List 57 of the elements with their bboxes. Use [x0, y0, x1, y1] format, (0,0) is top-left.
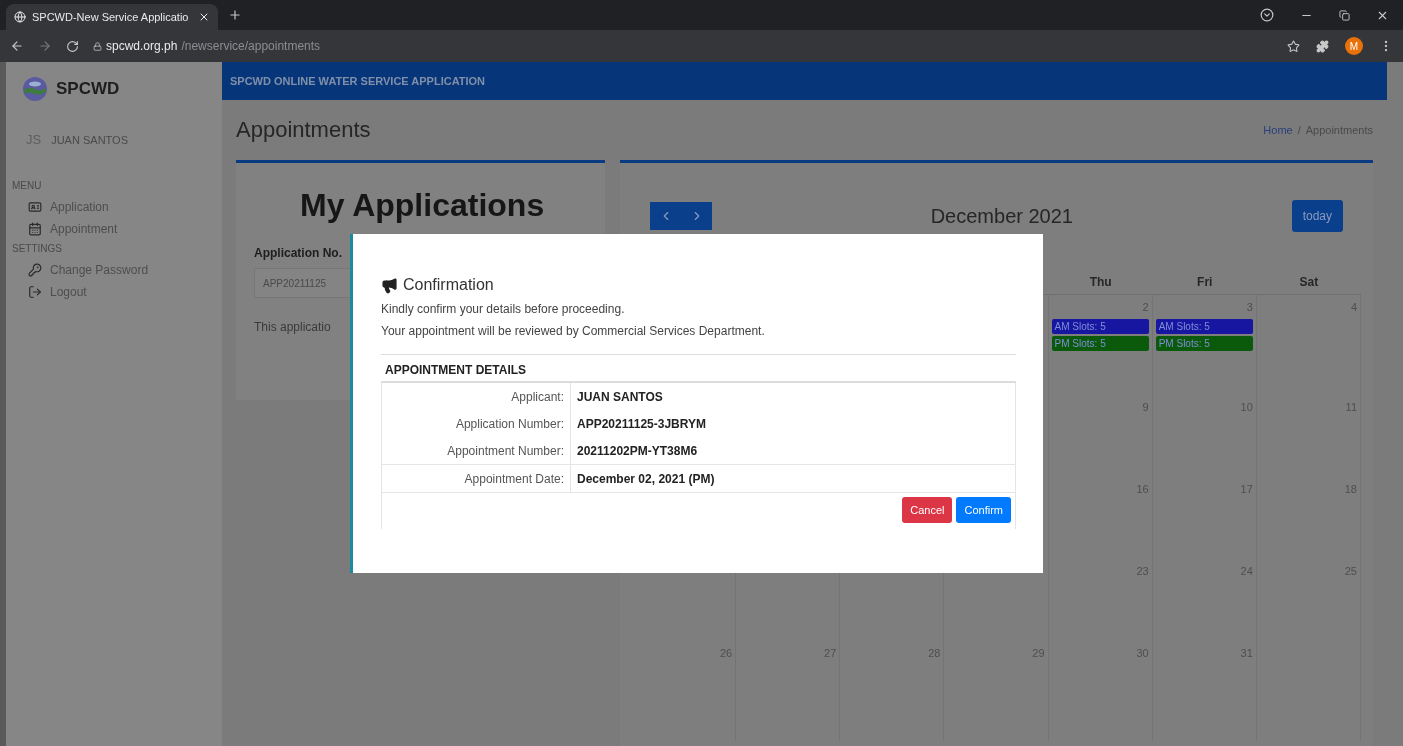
- confirm-button[interactable]: Confirm: [956, 497, 1011, 523]
- media-icon[interactable]: [1260, 8, 1274, 22]
- slot-event[interactable]: AM Slots: 5: [1051, 319, 1149, 334]
- restore-icon[interactable]: [1339, 9, 1350, 21]
- user-name: JUAN SANTOS: [51, 133, 128, 146]
- detail-value: December 02, 2021 (PM): [576, 470, 716, 488]
- megaphone-icon: [381, 276, 398, 294]
- browser-tab[interactable]: SPCWD-New Service Applicatio: [6, 4, 218, 30]
- breadcrumb-link[interactable]: Home: [1263, 124, 1293, 136]
- slot-event[interactable]: PM Slots: 5: [1051, 336, 1149, 351]
- profile-avatar[interactable]: M: [1345, 37, 1363, 55]
- key-icon: [28, 263, 42, 277]
- reload-icon[interactable]: [66, 39, 79, 53]
- close-icon[interactable]: [198, 11, 210, 23]
- detail-label: Appointment Date:: [382, 465, 571, 492]
- slot-event[interactable]: AM Slots: 5: [1155, 319, 1253, 334]
- bookmark-star-icon[interactable]: [1287, 39, 1300, 53]
- detail-label: Application Number:: [382, 410, 571, 437]
- sidebar-item[interactable]: Application: [6, 196, 222, 218]
- today-button[interactable]: today: [1291, 200, 1343, 232]
- dialog-text: Kindly confirm your details before proceeding.: [381, 302, 626, 316]
- field-label: Application No.: [254, 246, 343, 260]
- forward-icon[interactable]: [38, 39, 52, 53]
- address-bar[interactable]: spcwd.org.ph /newservice/appointments: [93, 39, 321, 53]
- dialog-title: Confirmation: [403, 276, 494, 294]
- sidebar-item[interactable]: Logout: [6, 281, 222, 303]
- calendar-title: December 2021: [930, 204, 1073, 228]
- sidebar-item[interactable]: Change Password: [6, 259, 222, 281]
- globe-icon: [14, 11, 26, 23]
- new-tab-icon[interactable]: [228, 8, 242, 22]
- menu-heading: MENU: [11, 179, 43, 193]
- logo-icon: [22, 76, 48, 102]
- calendar-icon: [28, 222, 42, 236]
- brand-name: SPCWD: [56, 79, 120, 99]
- back-icon[interactable]: [10, 39, 24, 53]
- breadcrumb-separator: /: [1297, 124, 1301, 136]
- application-note: This applicatio: [254, 320, 331, 334]
- page-title: Appointments: [236, 117, 371, 143]
- detail-label: Applicant:: [382, 383, 571, 410]
- slot-event[interactable]: PM Slots: 5: [1155, 336, 1253, 351]
- id-card-icon: [28, 200, 42, 214]
- card-heading: My Applications: [299, 187, 546, 224]
- top-banner: SPCWD ONLINE WATER SERVICE APPLICATION: [222, 62, 1387, 100]
- section-title: APPOINTMENT DETAILS: [381, 355, 1016, 383]
- dialog-text: Your appointment will be reviewed by Commercial Services Department.: [381, 324, 766, 338]
- detail-label: Appointment Number:: [382, 437, 571, 464]
- detail-value: 20211202PM-YT38M6: [576, 442, 699, 460]
- menu-heading: SETTINGS: [11, 242, 63, 256]
- detail-value: JUAN SANTOS: [576, 388, 664, 406]
- cancel-button[interactable]: Cancel: [902, 497, 953, 523]
- extensions-icon[interactable]: [1316, 39, 1329, 53]
- weekday-header: Fri: [1197, 275, 1213, 289]
- weekday-header: Sat: [1299, 275, 1319, 289]
- weekday-header: Thu: [1089, 275, 1112, 289]
- detail-value: APP20211125-3JBRYM: [576, 415, 707, 433]
- sidebar-item[interactable]: Appointment: [6, 218, 222, 240]
- logout-icon: [28, 285, 42, 299]
